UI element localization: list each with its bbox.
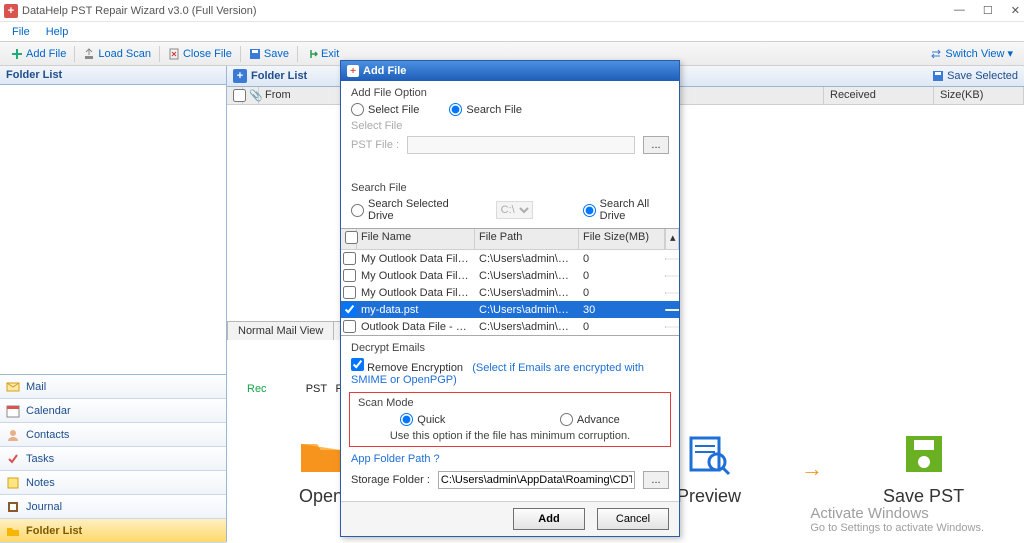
- radio-scan-advance[interactable]: Advance: [560, 413, 620, 426]
- col-attachment-icon[interactable]: 📎: [243, 87, 259, 104]
- left-panel: Folder List Mail Calendar Contacts Tasks…: [0, 66, 227, 542]
- remove-encryption-checkbox[interactable]: Remove Encryption: [351, 362, 463, 374]
- close-icon[interactable]: ✕: [1011, 4, 1020, 17]
- switch-view-button[interactable]: Switch View ▾: [923, 44, 1020, 63]
- col-check[interactable]: [227, 87, 243, 104]
- folder-list-header: Folder List: [0, 66, 226, 85]
- storage-folder-label: Storage Folder :: [351, 474, 430, 486]
- nav-list: Mail Calendar Contacts Tasks Notes Journ…: [0, 375, 226, 543]
- scan-mode-group: Scan Mode Quick Advance Use this option …: [349, 392, 671, 447]
- nav-tasks[interactable]: Tasks: [0, 447, 226, 471]
- radio-search-file[interactable]: Search File: [449, 103, 522, 116]
- search-file-label: Search File: [351, 182, 669, 194]
- app-folder-path-link[interactable]: App Folder Path ?: [351, 453, 669, 465]
- radio-search-all-drive[interactable]: Search All Drive: [583, 198, 669, 222]
- activate-windows: Activate Windows Go to Settings to activ…: [810, 505, 984, 534]
- title-bar: + DataHelp PST Repair Wizard v3.0 (Full …: [0, 0, 1024, 22]
- menu-file[interactable]: File: [6, 24, 36, 40]
- menu-bar: File Help: [0, 22, 1024, 42]
- nav-contacts[interactable]: Contacts: [0, 423, 226, 447]
- col-size[interactable]: Size(KB): [934, 87, 1024, 104]
- menu-help[interactable]: Help: [40, 24, 75, 40]
- dialog-title-bar[interactable]: +Add File: [341, 61, 679, 81]
- table-row[interactable]: Outlook Data File - a1.pstC:\Users\admin…: [341, 318, 679, 335]
- close-file-button[interactable]: Close File: [161, 45, 239, 63]
- folder-tree: [0, 85, 226, 375]
- content-header: Folder List: [251, 70, 307, 82]
- folder-list-icon: +: [233, 69, 247, 83]
- col-header-path[interactable]: File Path: [475, 229, 579, 249]
- step-open: Open: [297, 430, 345, 507]
- step-preview: Preview: [677, 430, 741, 507]
- decrypt-label: Decrypt Emails: [351, 342, 669, 354]
- radio-select-file[interactable]: Select File: [351, 103, 419, 116]
- scan-hint: Use this option if the file has minimum …: [358, 430, 662, 442]
- nav-notes[interactable]: Notes: [0, 471, 226, 495]
- radio-search-selected-drive[interactable]: Search Selected Drive: [351, 198, 466, 222]
- radio-scan-quick[interactable]: Quick: [400, 413, 445, 426]
- table-row[interactable]: My Outlook Data File(1).pstC:\Users\admi…: [341, 250, 679, 267]
- tab-normal-mail[interactable]: Normal Mail View: [227, 321, 334, 340]
- col-received[interactable]: Received: [824, 87, 934, 104]
- drive-select: C:\: [496, 201, 533, 219]
- col-header-check[interactable]: [341, 229, 357, 249]
- file-table: File Name File Path File Size(MB) ▴ My O…: [341, 228, 679, 336]
- nav-calendar[interactable]: Calendar: [0, 399, 226, 423]
- window-title: DataHelp PST Repair Wizard v3.0 (Full Ve…: [22, 5, 257, 17]
- step-save: Save PST: [883, 430, 964, 507]
- nav-folder-list[interactable]: Folder List: [0, 519, 226, 543]
- storage-folder-input[interactable]: [438, 471, 635, 489]
- table-row[interactable]: my-data.pstC:\Users\admin\Docume...30: [341, 301, 679, 318]
- nav-journal[interactable]: Journal: [0, 495, 226, 519]
- add-button[interactable]: Add: [513, 508, 585, 530]
- browse-pst-button[interactable]: ...: [643, 136, 669, 154]
- pst-file-input: [407, 136, 635, 154]
- pst-file-label: PST File :: [351, 139, 399, 151]
- minimize-icon[interactable]: —: [954, 4, 965, 17]
- select-file-label: Select File: [351, 120, 669, 132]
- load-scan-button[interactable]: Load Scan: [76, 45, 158, 63]
- save-button[interactable]: Save: [242, 45, 296, 63]
- col-header-size[interactable]: File Size(MB): [579, 229, 665, 249]
- add-file-dialog: +Add File Add File Option Select File Se…: [340, 60, 680, 537]
- scroll-up-icon[interactable]: ▴: [665, 229, 679, 249]
- add-file-button[interactable]: Add File: [4, 45, 73, 63]
- cancel-button[interactable]: Cancel: [597, 508, 669, 530]
- browse-storage-button[interactable]: ...: [643, 471, 669, 489]
- table-row[interactable]: My Outlook Data File(23)....C:\Users\adm…: [341, 284, 679, 301]
- dropdown-icon: ▾: [1007, 47, 1013, 60]
- app-icon: +: [4, 4, 18, 18]
- nav-mail[interactable]: Mail: [0, 375, 226, 399]
- add-file-option-label: Add File Option: [351, 87, 669, 99]
- save-selected-button[interactable]: Save Selected: [932, 70, 1018, 82]
- col-header-name[interactable]: File Name: [357, 229, 475, 249]
- maximize-icon[interactable]: ☐: [983, 4, 993, 17]
- table-row[interactable]: My Outlook Data File(2).pstC:\Users\admi…: [341, 267, 679, 284]
- arrow-icon: →: [801, 456, 823, 482]
